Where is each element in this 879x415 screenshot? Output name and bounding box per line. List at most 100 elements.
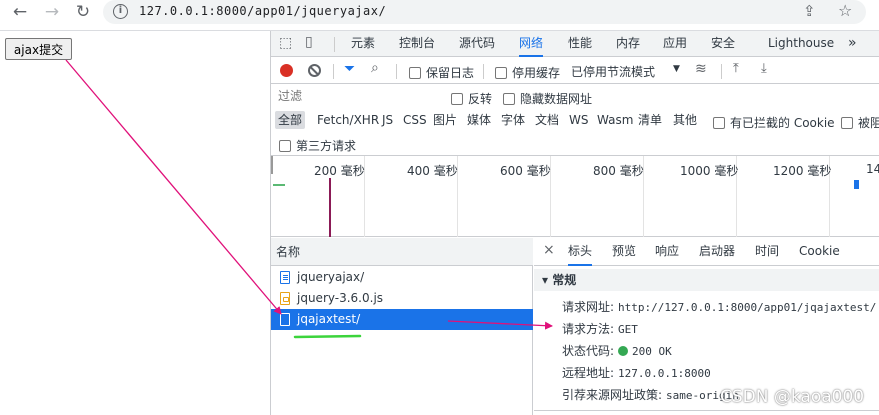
general-section-header[interactable]: ▾ 常规 bbox=[534, 269, 879, 291]
tab-sources[interactable]: 源代码 bbox=[459, 31, 495, 57]
status-code-label: 状态代码: bbox=[562, 344, 615, 358]
request-row[interactable]: jquery-3.6.0.js bbox=[271, 288, 533, 309]
status-ok-dot-icon bbox=[618, 346, 629, 356]
checkbox-box[interactable] bbox=[841, 116, 853, 129]
tab-separator bbox=[334, 37, 335, 52]
clear-icon[interactable] bbox=[308, 64, 321, 77]
request-row-selected[interactable]: jqajaxtest/ bbox=[271, 309, 533, 330]
request-method-label: 请求方法: bbox=[562, 322, 615, 336]
remote-address-value: 127.0.0.1:8000 bbox=[618, 367, 711, 380]
inspect-element-icon[interactable]: ⬚ bbox=[279, 35, 292, 51]
toolbar-separator bbox=[721, 64, 722, 79]
close-icon[interactable]: × bbox=[543, 242, 555, 258]
type-js[interactable]: JS bbox=[379, 111, 396, 129]
checkbox-box[interactable] bbox=[713, 116, 725, 129]
tab-timing[interactable]: 时间 bbox=[755, 238, 779, 266]
checkbox-box[interactable] bbox=[279, 139, 291, 152]
device-toolbar-icon[interactable]: ▯ bbox=[305, 34, 313, 50]
type-other[interactable]: 其他 bbox=[670, 111, 700, 129]
invert-checkbox[interactable]: 反转 bbox=[451, 90, 492, 107]
search-icon[interactable]: ⌕ bbox=[371, 60, 379, 76]
tab-application[interactable]: 应用 bbox=[663, 31, 687, 57]
throttling-select[interactable]: 已停用节流模式 bbox=[571, 63, 655, 80]
request-name: jqajaxtest/ bbox=[297, 312, 361, 326]
resource-type-filters: 全部 Fetch/XHR JS CSS 图片 媒体 字体 文档 WS Wasm … bbox=[271, 109, 879, 131]
timeline-bar bbox=[854, 180, 859, 189]
third-party-checkbox[interactable]: 第三方请求 bbox=[279, 137, 356, 154]
checkbox-box[interactable] bbox=[503, 92, 515, 105]
invert-label: 反转 bbox=[468, 92, 493, 106]
tab-elements[interactable]: 元素 bbox=[351, 31, 375, 57]
remote-address-row: 远程地址: 127.0.0.1:8000 bbox=[562, 364, 711, 381]
type-manifest[interactable]: 清单 bbox=[635, 111, 665, 129]
checkbox-box[interactable] bbox=[451, 92, 463, 105]
tab-cookies[interactable]: Cookie bbox=[799, 238, 840, 266]
dom-content-loaded-marker bbox=[329, 178, 331, 237]
name-column-header[interactable]: 名称 bbox=[271, 238, 533, 266]
request-url-row: 请求网址: http://127.0.0.1:8000/app01/jqajaxt… bbox=[562, 298, 876, 315]
hide-data-urls-checkbox[interactable]: 隐藏数据网址 bbox=[503, 90, 592, 107]
site-info-icon[interactable]: i bbox=[113, 4, 128, 19]
request-method-value: GET bbox=[618, 323, 638, 336]
network-overview-timeline[interactable]: 200 毫秒 400 毫秒 600 毫秒 800 毫秒 1000 毫秒 1200… bbox=[271, 156, 879, 237]
export-har-icon[interactable]: ⤓ bbox=[761, 61, 767, 76]
tab-network[interactable]: 网络 bbox=[519, 31, 544, 57]
checkbox-box[interactable] bbox=[409, 66, 421, 79]
preserve-log-checkbox[interactable]: 保留日志 bbox=[409, 64, 474, 81]
tick-label: 14 bbox=[866, 162, 879, 176]
record-icon[interactable] bbox=[280, 64, 293, 77]
chevron-down-icon[interactable]: ▼ bbox=[673, 64, 680, 74]
request-row[interactable]: jqueryajax/ bbox=[271, 267, 533, 288]
preserve-log-label: 保留日志 bbox=[426, 66, 475, 80]
ajax-submit-button[interactable]: ajax提交 bbox=[5, 38, 72, 60]
back-arrow-icon[interactable]: ← bbox=[8, 0, 32, 24]
remote-address-label: 远程地址: bbox=[562, 366, 615, 380]
tab-preview[interactable]: 预览 bbox=[612, 238, 636, 266]
reload-icon[interactable]: ↻ bbox=[71, 0, 95, 24]
disable-cache-checkbox[interactable]: 停用缓存 bbox=[495, 64, 560, 81]
tab-lighthouse[interactable]: Lighthouse bbox=[768, 31, 834, 57]
tab-performance[interactable]: 性能 bbox=[568, 31, 592, 57]
tab-headers[interactable]: 标头 bbox=[568, 238, 593, 266]
request-method-row: 请求方法: GET bbox=[562, 320, 638, 337]
request-name: jquery-3.6.0.js bbox=[297, 291, 384, 305]
import-har-icon[interactable]: ⤒ bbox=[733, 61, 739, 76]
network-conditions-icon[interactable]: ≋ bbox=[695, 61, 707, 77]
type-font[interactable]: 字体 bbox=[498, 111, 528, 129]
type-fetch-xhr[interactable]: Fetch/XHR bbox=[314, 111, 382, 129]
bookmark-star-icon[interactable]: ☆ bbox=[838, 1, 852, 20]
xhr-file-icon bbox=[280, 313, 290, 326]
browser-toolbar: ← → ↻ i 127.0.0.1:8000/app01/jqueryajax/… bbox=[0, 0, 879, 24]
devtools-panel: ⬚ ▯ 元素 控制台 源代码 网络 性能 内存 应用 安全 Lighthouse… bbox=[270, 31, 879, 415]
type-img[interactable]: 图片 bbox=[430, 111, 460, 129]
request-list: 名称 jqueryajax/ jquery-3.6.0.js jqajaxtes… bbox=[271, 238, 533, 415]
tab-security[interactable]: 安全 bbox=[711, 31, 735, 57]
url-text[interactable]: 127.0.0.1:8000/app01/jqueryajax/ bbox=[139, 4, 386, 18]
forward-arrow-icon[interactable]: → bbox=[40, 0, 64, 24]
type-media[interactable]: 媒体 bbox=[464, 111, 494, 129]
blocked-requests-checkbox[interactable]: 被阻 bbox=[841, 114, 879, 131]
more-tabs-chevron-icon[interactable]: » bbox=[848, 31, 857, 57]
blocked-cookies-label: 有已拦截的 Cookie bbox=[730, 116, 835, 130]
type-wasm[interactable]: Wasm bbox=[594, 111, 636, 129]
type-all[interactable]: 全部 bbox=[275, 111, 306, 129]
blocked-cookies-checkbox[interactable]: 有已拦截的 Cookie bbox=[713, 114, 835, 131]
address-bar[interactable]: i 127.0.0.1:8000/app01/jqueryajax/ ⇪ ☆ bbox=[103, 0, 866, 24]
filter-funnel-icon[interactable]: ⏷ bbox=[344, 61, 355, 77]
tab-response[interactable]: 响应 bbox=[655, 238, 679, 266]
checkbox-box[interactable] bbox=[495, 66, 507, 79]
tick-label: 1000 毫秒 bbox=[680, 164, 739, 178]
filter-input[interactable] bbox=[275, 87, 437, 106]
tab-console[interactable]: 控制台 bbox=[399, 31, 435, 57]
third-party-label: 第三方请求 bbox=[296, 139, 357, 153]
status-code-value: 200 OK bbox=[632, 345, 672, 358]
share-icon[interactable]: ⇪ bbox=[803, 2, 816, 20]
network-toolbar: ⏷ ⌕ 保留日志 停用缓存 已停用节流模式 ▼ ≋ ⤒ ⤓ bbox=[271, 58, 879, 84]
type-css[interactable]: CSS bbox=[400, 111, 430, 129]
type-doc[interactable]: 文档 bbox=[532, 111, 562, 129]
tab-memory[interactable]: 内存 bbox=[616, 31, 640, 57]
toolbar-separator bbox=[396, 64, 397, 79]
request-name: jqueryajax/ bbox=[297, 270, 365, 284]
type-ws[interactable]: WS bbox=[566, 111, 591, 129]
tab-initiator[interactable]: 启动器 bbox=[699, 238, 735, 266]
